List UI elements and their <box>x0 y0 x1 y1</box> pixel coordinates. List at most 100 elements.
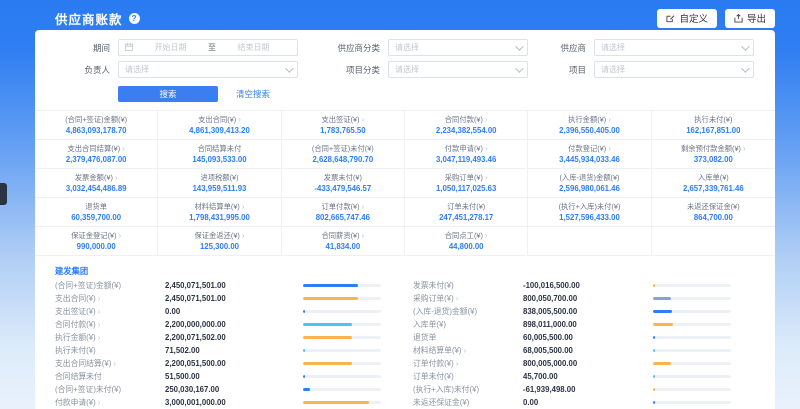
stat-card[interactable]: 支出合同结算(¥)›2,379,476,087.00 <box>35 140 158 169</box>
metric-value: -61,939,498.00 <box>523 385 653 394</box>
metric-value: 800,005,000.00 <box>523 359 653 368</box>
chevron-right-icon: › <box>485 173 488 182</box>
stat-card[interactable]: 剩余预付款金额(¥)›373,082.00 <box>652 140 775 169</box>
stat-card: 合同结算未付145,093,533.00 <box>158 140 281 169</box>
stat-value: 143,959,511.93 <box>160 183 278 194</box>
metric-label: 材料结算单(¥)› <box>413 345 523 356</box>
owner-select[interactable]: 请选择 <box>118 61 298 78</box>
stat-card[interactable]: 订单付款(¥)›802,665,747.46 <box>282 198 405 227</box>
stat-card[interactable]: 付款申请(¥)›3,047,119,493.46 <box>405 140 528 169</box>
stat-label: 合同付款(¥)› <box>407 115 525 125</box>
metric-value: 60,005,500.00 <box>523 333 653 342</box>
start-date-placeholder: 开始日期 <box>155 42 187 53</box>
metric-row[interactable]: 合同付款(¥)›2,200,000,000.00 <box>55 318 397 331</box>
stat-card[interactable]: 材料结算单(¥)›1,798,431,995.00 <box>158 198 281 227</box>
group-section: 建发集团 (合同+签证)金额(¥)2,450,071,501.00支出合同(¥)… <box>55 256 755 409</box>
stat-card[interactable]: 合同付款(¥)›2,234,382,554.00 <box>405 111 528 140</box>
stat-value: 2,234,382,554.00 <box>407 125 525 136</box>
metric-label: (合同+签证)未付(¥) <box>55 384 165 395</box>
metric-value: 45,700.00 <box>523 372 653 381</box>
metric-bar <box>653 323 731 326</box>
chevron-right-icon: › <box>464 346 467 355</box>
date-range-input[interactable]: 开始日期 至 结束日期 <box>118 39 298 56</box>
metric-label: 合同结算未付 <box>55 371 165 382</box>
metric-list-left: (合同+签证)金额(¥)2,450,071,501.00支出合同(¥)›2,45… <box>55 279 397 409</box>
collapsed-sidebar-handle[interactable] <box>0 183 7 205</box>
metric-label: 支出合同结算(¥)› <box>55 358 165 369</box>
metric-row[interactable]: 支出合同(¥)›2,450,071,501.00 <box>55 292 397 305</box>
stat-label: 支出合同(¥)› <box>160 115 278 125</box>
metric-row: 未返还保证金(¥)0.00 <box>413 396 755 409</box>
metric-label: 采购订单(¥)› <box>413 293 523 304</box>
metric-row: (执行+入库)未付(¥)-61,939,498.00 <box>413 383 755 396</box>
metric-value: 898,011,000.00 <box>523 320 653 329</box>
stat-value: 3,047,119,493.46 <box>407 154 525 165</box>
stat-card[interactable]: 采购订单(¥)›1,050,117,025.63 <box>405 169 528 198</box>
supplier-label: 供应商 <box>540 42 586 54</box>
metric-row[interactable]: 执行金额(¥)›2,200,071,502.00 <box>55 331 397 344</box>
stat-card: (入库-退货)金额(¥)2,596,980,061.46 <box>528 169 651 198</box>
metric-bar <box>303 388 381 391</box>
stat-card[interactable]: 保证金返还(¥)›125,300.00 <box>158 227 281 255</box>
chevron-right-icon: › <box>362 231 365 240</box>
metric-row: 合同结算未付51,500.00 <box>55 370 397 383</box>
chevron-right-icon: › <box>98 333 101 342</box>
help-icon[interactable]: ? <box>129 13 140 24</box>
page-title: 供应商账款 <box>55 9 123 28</box>
stat-card[interactable]: 发票金额(¥)›3,032,454,486.89 <box>35 169 158 198</box>
stat-value: 373,082.00 <box>654 154 773 165</box>
supplier-category-select[interactable]: 请选择 <box>388 39 528 56</box>
calendar-icon <box>125 43 133 53</box>
stat-value: 2,379,476,087.00 <box>37 154 155 165</box>
metric-row[interactable]: 材料结算单(¥)›68,005,500.00 <box>413 344 755 357</box>
stat-card[interactable]: 支出签证(¥)›1,783,765.50 <box>282 111 405 140</box>
project-select[interactable]: 请选择 <box>594 61 754 78</box>
metric-label: 订单未付(¥) <box>413 371 523 382</box>
stat-label: 退货单 <box>37 202 155 212</box>
group-tab-jianfa[interactable]: 建发集团 <box>55 265 88 277</box>
metric-row[interactable]: 支出合同结算(¥)›2,200,051,500.00 <box>55 357 397 370</box>
stat-value: 162,167,851.00 <box>654 125 773 136</box>
search-button[interactable]: 搜索 <box>118 86 218 102</box>
metric-value: 0.00 <box>523 398 653 407</box>
stat-value: 44,800.00 <box>407 241 525 252</box>
stat-value: 1,798,431,995.00 <box>160 212 278 223</box>
stat-card[interactable]: 执行金额(¥)›2,396,550,405.00 <box>528 111 651 140</box>
stat-card[interactable]: 支出合同(¥)›4,861,309,413.20 <box>158 111 281 140</box>
metric-label: 订单付款(¥)› <box>413 358 523 369</box>
metric-row[interactable]: 付款申请(¥)›3,000,001,000.00 <box>55 396 397 409</box>
export-button[interactable]: 导出 <box>725 9 775 28</box>
metric-row: 发票未付(¥)-100,016,500.00 <box>413 279 755 292</box>
metric-label: (合同+签证)金额(¥) <box>55 280 165 291</box>
supplier-select[interactable]: 请选择 <box>594 39 754 56</box>
stat-card[interactable]: 合同薪资(¥)›41,834.00 <box>282 227 405 255</box>
metric-value: 0.00 <box>165 307 303 316</box>
stat-card[interactable]: 付款登记(¥)›3,445,934,033.46 <box>528 140 651 169</box>
customize-button[interactable]: 自定义 <box>657 9 717 28</box>
stat-card[interactable]: 合同点工(¥)›44,800.00 <box>405 227 528 255</box>
metric-bar <box>303 349 381 352</box>
stat-value: 3,032,454,486.89 <box>37 183 155 194</box>
stat-label: 入库单(¥) <box>654 173 773 183</box>
metric-label: 支出签证(¥)› <box>55 306 165 317</box>
metric-value: 3,000,001,000.00 <box>165 398 303 407</box>
stat-value: 2,396,550,405.00 <box>530 125 648 136</box>
metric-row[interactable]: 采购订单(¥)›800,050,700.00 <box>413 292 755 305</box>
metric-label: (入库-退货)金额(¥) <box>413 306 523 317</box>
project-category-select[interactable]: 请选择 <box>388 61 528 78</box>
clear-search-link[interactable]: 清空搜索 <box>236 88 270 100</box>
chevron-right-icon: › <box>115 173 118 182</box>
metric-row[interactable]: 支出签证(¥)›0.00 <box>55 305 397 318</box>
stat-label: 执行金额(¥)› <box>530 115 648 125</box>
chevron-right-icon: › <box>98 307 101 316</box>
chevron-right-icon: › <box>98 294 101 303</box>
stat-label: 订单付款(¥)› <box>284 202 402 212</box>
stat-value: 802,665,747.46 <box>284 212 402 223</box>
chevron-right-icon: › <box>485 144 488 153</box>
metric-row[interactable]: 订单付款(¥)›800,005,000.00 <box>413 357 755 370</box>
stat-card-empty <box>528 227 651 255</box>
stat-card[interactable]: 保证金登记(¥)›990,000.00 <box>35 227 158 255</box>
stat-label: 发票未付(¥) <box>284 173 402 183</box>
stat-label: (执行+入库)未付(¥) <box>530 202 648 212</box>
stat-label: 材料结算单(¥)› <box>160 202 278 212</box>
